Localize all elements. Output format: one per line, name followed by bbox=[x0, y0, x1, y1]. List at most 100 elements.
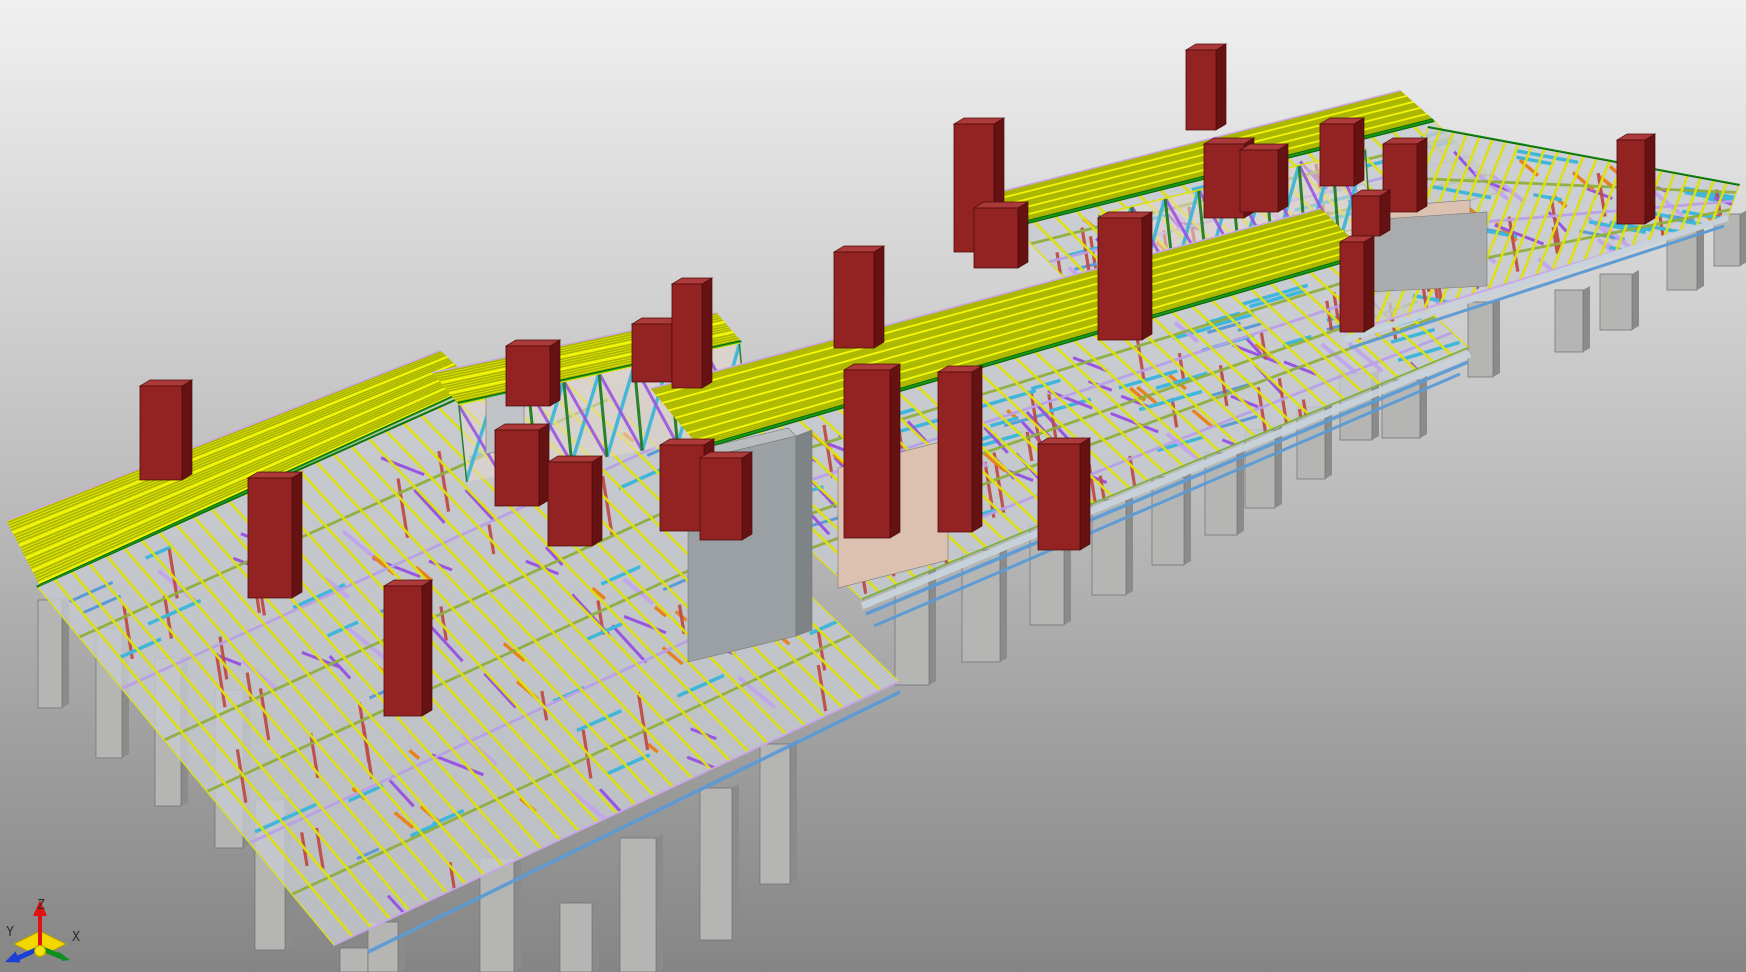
chimney[interactable] bbox=[1240, 144, 1288, 212]
chimney-front-face bbox=[495, 430, 539, 506]
chimney[interactable] bbox=[938, 366, 982, 532]
column-side-face bbox=[656, 834, 663, 972]
model-viewport-3d[interactable]: Z Y X bbox=[0, 0, 1746, 972]
chimney[interactable] bbox=[548, 456, 602, 546]
column-side-face bbox=[1740, 210, 1746, 266]
column-front-face bbox=[1468, 302, 1493, 377]
column-side-face bbox=[1126, 496, 1133, 595]
chimney-front-face bbox=[834, 252, 874, 348]
chimney-side-face bbox=[422, 580, 432, 716]
column-side-face bbox=[1237, 449, 1244, 535]
chimney-front-face bbox=[1240, 150, 1278, 212]
chimney[interactable] bbox=[1320, 118, 1364, 186]
chimney-side-face bbox=[182, 380, 192, 480]
column-side-face bbox=[514, 854, 521, 972]
chimney-side-face bbox=[972, 366, 982, 532]
chimney[interactable] bbox=[1340, 236, 1374, 332]
chimney-front-face bbox=[548, 462, 592, 546]
chimney-front-face bbox=[700, 458, 742, 540]
column-front-face bbox=[700, 788, 732, 940]
column-front-face bbox=[560, 903, 592, 972]
chimney[interactable] bbox=[1038, 438, 1090, 550]
column-side-face bbox=[1275, 426, 1282, 508]
chimney-front-face bbox=[938, 372, 972, 532]
column-front-face bbox=[1600, 274, 1632, 330]
column[interactable] bbox=[700, 784, 739, 940]
column-front-face bbox=[368, 922, 398, 972]
chimney[interactable] bbox=[974, 202, 1028, 268]
chimney-front-face bbox=[1352, 196, 1380, 236]
column[interactable] bbox=[560, 899, 599, 972]
ucs-origin-ball-icon bbox=[35, 946, 46, 957]
column-front-face bbox=[340, 948, 368, 972]
chimney-side-face bbox=[1216, 44, 1226, 130]
z-axis-label: Z bbox=[37, 898, 45, 913]
chimney-side-face bbox=[742, 452, 752, 540]
chimney-side-face bbox=[1142, 212, 1152, 340]
chimney-front-face bbox=[1617, 140, 1645, 224]
chimney-front-face bbox=[1038, 444, 1080, 550]
column-front-face bbox=[620, 838, 656, 972]
chimney[interactable] bbox=[834, 246, 884, 348]
chimney[interactable] bbox=[506, 340, 560, 406]
column-side-face bbox=[790, 740, 797, 884]
column[interactable] bbox=[1600, 270, 1639, 330]
chimney-side-face bbox=[890, 364, 900, 538]
chimney-front-face bbox=[1186, 50, 1216, 130]
chimney-side-face bbox=[592, 456, 602, 546]
column-front-face bbox=[1092, 500, 1126, 595]
column-side-face bbox=[1184, 473, 1191, 565]
column-side-face bbox=[592, 899, 599, 972]
chimney-front-face bbox=[1204, 144, 1244, 218]
chimney[interactable] bbox=[844, 364, 900, 538]
chimney-front-face bbox=[1320, 124, 1354, 186]
x-axis-label: X bbox=[72, 930, 80, 945]
column-side-face bbox=[1000, 546, 1007, 662]
chimney-front-face bbox=[248, 478, 292, 598]
chimney[interactable] bbox=[672, 278, 712, 388]
chimney-side-face bbox=[1018, 202, 1028, 268]
column-side-face bbox=[1420, 376, 1427, 438]
column-front-face bbox=[1555, 290, 1583, 352]
chimney[interactable] bbox=[1352, 190, 1390, 236]
y-axis-label: Y bbox=[6, 925, 14, 940]
chimney[interactable] bbox=[384, 580, 432, 716]
chimney-side-face bbox=[1417, 138, 1427, 212]
viewport-canvas[interactable]: Z Y X bbox=[0, 0, 1746, 972]
concrete-shaft-side[interactable] bbox=[796, 430, 812, 636]
chimney-side-face bbox=[1364, 236, 1374, 332]
chimney-side-face bbox=[874, 246, 884, 348]
column-side-face bbox=[1632, 270, 1639, 330]
column[interactable] bbox=[760, 740, 797, 884]
chimney-side-face bbox=[539, 424, 549, 506]
column-front-face bbox=[760, 744, 790, 884]
chimney-side-face bbox=[550, 340, 560, 406]
chimney[interactable] bbox=[700, 452, 752, 540]
chimney[interactable] bbox=[140, 380, 192, 480]
chimney[interactable] bbox=[1098, 212, 1152, 340]
column[interactable] bbox=[1555, 286, 1590, 352]
chimney-front-face bbox=[1098, 218, 1142, 340]
chimney[interactable] bbox=[495, 424, 549, 506]
column-side-face bbox=[1583, 286, 1590, 352]
chimney-front-face bbox=[140, 386, 182, 480]
chimney-side-face bbox=[1080, 438, 1090, 550]
column[interactable] bbox=[1468, 298, 1500, 377]
chimney-front-face bbox=[506, 346, 550, 406]
chimney-front-face bbox=[1340, 242, 1364, 332]
column[interactable] bbox=[620, 834, 663, 972]
chimney-side-face bbox=[1278, 144, 1288, 212]
chimney-side-face bbox=[1354, 118, 1364, 186]
chimney-side-face bbox=[292, 472, 302, 598]
chimney-side-face bbox=[1645, 134, 1655, 224]
chimney-front-face bbox=[974, 208, 1018, 268]
column-side-face bbox=[1493, 298, 1500, 377]
column-side-face bbox=[398, 918, 405, 972]
chimney-side-face bbox=[702, 278, 712, 388]
chimney-front-face bbox=[844, 370, 890, 538]
chimney-front-face bbox=[672, 284, 702, 388]
chimney[interactable] bbox=[248, 472, 302, 598]
chimney[interactable] bbox=[1617, 134, 1655, 224]
column-side-face bbox=[732, 784, 739, 940]
chimney[interactable] bbox=[1186, 44, 1226, 130]
